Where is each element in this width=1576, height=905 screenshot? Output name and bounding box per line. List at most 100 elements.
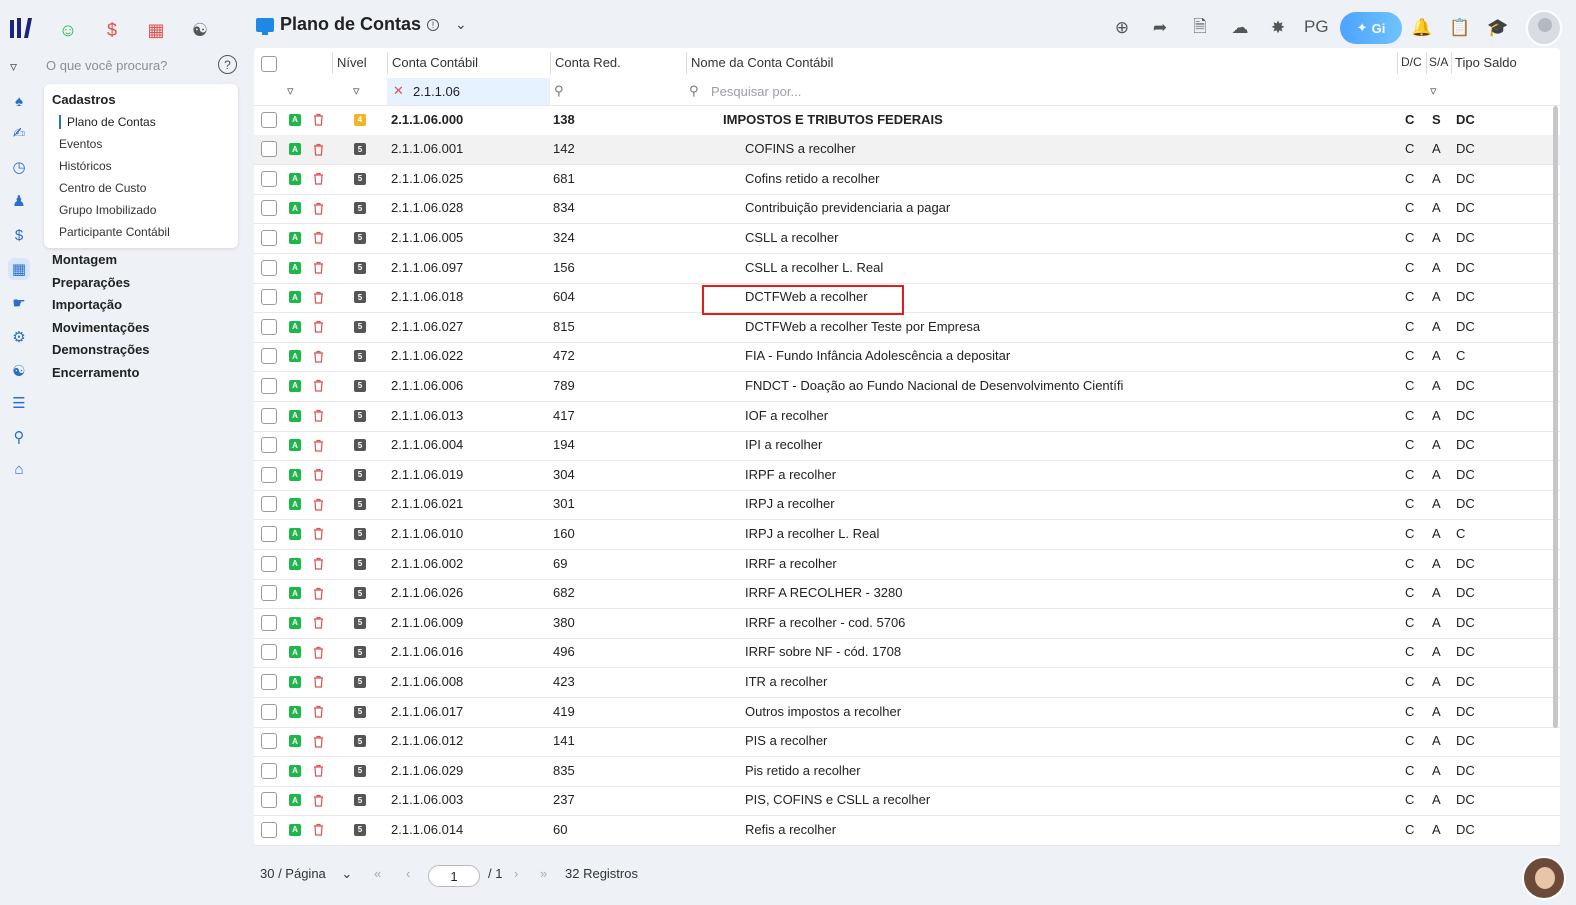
trash-icon[interactable]: [312, 261, 325, 275]
table-row[interactable]: A 5 2.1.1.06.004 194 IPI a recolher C A DC: [254, 431, 1560, 460]
active-badge[interactable]: A: [289, 735, 301, 748]
nav-section-montagem[interactable]: Montagem: [52, 252, 117, 267]
nav-section-movimentacoes[interactable]: Movimentações: [52, 320, 150, 335]
nav-item-grupo-imobilizado[interactable]: Grupo Imobilizado: [59, 203, 156, 217]
row-checkbox[interactable]: [261, 762, 277, 779]
home-icon[interactable]: ⌂: [8, 458, 30, 480]
active-badge[interactable]: A: [289, 143, 301, 156]
active-badge[interactable]: A: [289, 764, 301, 777]
trash-icon[interactable]: [312, 705, 325, 719]
trash-icon[interactable]: [312, 527, 325, 541]
nav-section-preparacoes[interactable]: Preparações: [52, 275, 130, 290]
col-header-conta-red[interactable]: Conta Red.: [555, 55, 621, 70]
table-row[interactable]: A 5 2.1.1.06.005 324 CSLL a recolher C A DC: [254, 223, 1560, 252]
table-row[interactable]: A 5 2.1.1.06.001 142 COFINS a recolher C A DC: [254, 134, 1560, 164]
first-page-icon[interactable]: «: [374, 866, 381, 881]
trash-icon[interactable]: [312, 468, 325, 482]
app-logo[interactable]: [8, 14, 34, 42]
gi-assistant-button[interactable]: ✦ Gi: [1340, 12, 1402, 44]
active-badge[interactable]: A: [289, 379, 301, 392]
active-badge[interactable]: A: [289, 350, 301, 363]
active-badge[interactable]: A: [289, 675, 301, 688]
table-row[interactable]: A 5 2.1.1.06.025 681 Cofins retido a recolhe…: [254, 164, 1560, 193]
help-icon[interactable]: ?: [218, 55, 237, 74]
table-row[interactable]: A 4 2.1.1.06.000 138 IMPOSTOS E TRIBUTOS FED…: [254, 105, 1560, 134]
trash-icon[interactable]: [312, 320, 325, 334]
user-avatar[interactable]: [1526, 10, 1562, 46]
dollar-circle-icon[interactable]: $: [8, 224, 30, 246]
dollar-icon[interactable]: $: [100, 18, 124, 42]
filter-icon[interactable]: ▿: [1430, 78, 1437, 104]
nav-section-demonstracoes[interactable]: Demonstrações: [52, 342, 150, 357]
trash-icon[interactable]: [312, 201, 325, 215]
nav-item-historicos[interactable]: Históricos: [59, 159, 112, 173]
row-checkbox[interactable]: [261, 585, 277, 602]
table-row[interactable]: A 5 2.1.1.06.022 472 FIA - Fundo Infância Ad…: [254, 342, 1560, 371]
table-row[interactable]: A 5 2.1.1.06.003 237 PIS, COFINS e CSLL a re…: [254, 786, 1560, 815]
select-all-checkbox[interactable]: [261, 56, 277, 72]
search-icon[interactable]: ⚲: [689, 78, 699, 104]
trash-icon[interactable]: [312, 734, 325, 748]
table-row[interactable]: A 5 2.1.1.06.010 160 IRPJ a recolher L. Real…: [254, 519, 1560, 548]
row-checkbox[interactable]: [261, 318, 277, 335]
row-checkbox[interactable]: [261, 525, 277, 542]
trash-icon[interactable]: [312, 823, 325, 837]
nav-item-plano-de-contas[interactable]: Plano de Contas: [59, 115, 156, 129]
conta-filter-value[interactable]: 2.1.1.06: [413, 78, 460, 104]
trash-icon[interactable]: [312, 497, 325, 511]
col-header-sa[interactable]: S/A: [1429, 55, 1448, 69]
active-badge[interactable]: A: [289, 468, 301, 481]
trash-icon[interactable]: [312, 172, 325, 186]
support-chat-avatar[interactable]: [1522, 856, 1566, 900]
row-checkbox[interactable]: [261, 259, 277, 276]
active-badge[interactable]: A: [289, 291, 301, 304]
table-row[interactable]: A 5 2.1.1.06.012 141 PIS a recolher C A DC: [254, 727, 1560, 756]
active-badge[interactable]: A: [289, 823, 301, 836]
nav-group-cadastros[interactable]: Cadastros: [52, 92, 116, 107]
forward-icon[interactable]: ➦: [1148, 16, 1172, 40]
active-badge[interactable]: A: [289, 113, 301, 126]
row-checkbox[interactable]: [261, 614, 277, 631]
next-page-icon[interactable]: ›: [514, 866, 518, 881]
row-checkbox[interactable]: [261, 496, 277, 513]
clock-icon[interactable]: ◷: [8, 156, 30, 178]
active-badge[interactable]: A: [289, 439, 301, 452]
page-input[interactable]: 1: [428, 865, 480, 887]
document-icon[interactable]: 🗎: [1188, 16, 1212, 40]
grid-icon[interactable]: ▦: [144, 18, 168, 42]
active-badge[interactable]: A: [289, 616, 301, 629]
info-icon[interactable]: !: [427, 18, 440, 31]
active-badge[interactable]: A: [289, 705, 301, 718]
trash-icon[interactable]: [312, 409, 325, 423]
row-checkbox[interactable]: [261, 348, 277, 365]
nav-section-encerramento[interactable]: Encerramento: [52, 365, 139, 380]
trash-icon[interactable]: [312, 379, 325, 393]
row-checkbox[interactable]: [261, 703, 277, 720]
active-badge[interactable]: A: [289, 172, 301, 185]
table-row[interactable]: A 5 2.1.1.06.013 417 IOF a recolher C A DC: [254, 401, 1560, 430]
active-badge[interactable]: A: [289, 794, 301, 807]
table-row[interactable]: A 5 2.1.1.06.021 301 IRPJ a recolher C A DC: [254, 490, 1560, 519]
row-checkbox[interactable]: [261, 644, 277, 661]
bell-icon[interactable]: 🔔: [1410, 16, 1434, 40]
row-checkbox[interactable]: [261, 200, 277, 217]
name-search-placeholder[interactable]: Pesquisar por...: [711, 78, 801, 104]
active-badge[interactable]: A: [289, 498, 301, 511]
calculator-icon[interactable]: ▦: [8, 258, 30, 280]
trash-icon[interactable]: [312, 231, 325, 245]
conta-filter-input[interactable]: [387, 78, 550, 106]
row-checkbox[interactable]: [261, 141, 277, 158]
active-badge[interactable]: A: [289, 202, 301, 215]
table-row[interactable]: A 5 2.1.1.06.009 380 IRRF a recolher - cod. …: [254, 608, 1560, 637]
table-row[interactable]: A 5 2.1.1.06.016 496 IRRF sobre NF - cód. 17…: [254, 638, 1560, 667]
nav-item-eventos[interactable]: Eventos: [59, 137, 102, 151]
row-checkbox[interactable]: [261, 170, 277, 187]
table-row[interactable]: A 5 2.1.1.06.027 815 DCTFWeb a recolher Test…: [254, 312, 1560, 341]
row-checkbox[interactable]: [261, 407, 277, 424]
trash-icon[interactable]: [312, 586, 325, 600]
last-page-icon[interactable]: »: [540, 866, 547, 881]
col-header-tipo-saldo[interactable]: Tipo Saldo: [1455, 55, 1517, 70]
row-checkbox[interactable]: [261, 673, 277, 690]
people-icon[interactable]: ☺: [56, 18, 80, 42]
cog-network-icon[interactable]: ⚙: [8, 326, 30, 348]
